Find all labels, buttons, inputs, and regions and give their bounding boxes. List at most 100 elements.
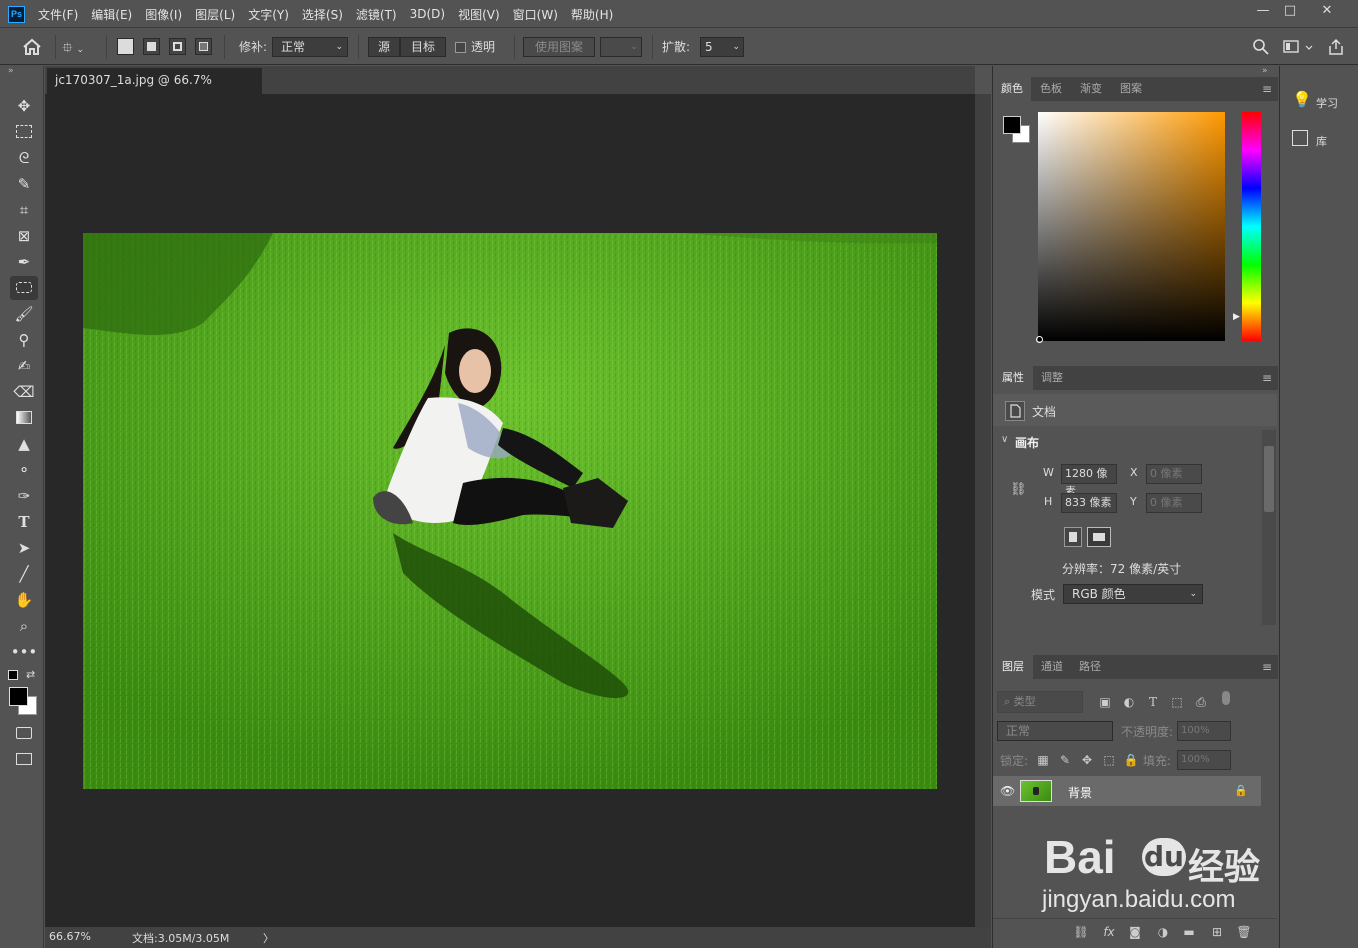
fill-field[interactable]: 100% <box>1177 750 1231 770</box>
filter-pixel-icon[interactable]: ▣ <box>1097 694 1113 710</box>
status-expand-icon[interactable]: 〉 <box>263 930 274 946</box>
vertical-scrollbar[interactable] <box>975 94 991 927</box>
panel-menu-icon[interactable]: ≡ <box>1262 82 1272 96</box>
collapse-icon[interactable]: » <box>8 66 14 76</box>
color-picker-cursor[interactable] <box>1036 336 1043 343</box>
panel-collapse-icon[interactable]: » <box>1262 66 1268 76</box>
panel-foreground-swatch[interactable] <box>1003 116 1021 134</box>
frame-tool-icon[interactable]: ⊠ <box>10 224 38 248</box>
zoom-tool-icon[interactable]: ⌕ <box>10 614 38 638</box>
filter-toggle-icon[interactable] <box>1222 691 1230 705</box>
hand-tool-icon[interactable]: ✋ <box>10 588 38 612</box>
foreground-color-swatch[interactable] <box>9 687 28 706</box>
use-pattern-button[interactable]: 使用图案 <box>523 37 595 57</box>
tab-layers[interactable]: 图层 <box>993 655 1033 679</box>
width-field[interactable]: 1280 像素 <box>1061 464 1117 498</box>
lock-transparent-icon[interactable]: ▦ <box>1035 752 1051 768</box>
filter-type-icon[interactable]: T <box>1145 694 1161 710</box>
mode-select[interactable]: RGB 颜色 ⌄ <box>1063 584 1203 604</box>
lock-artboard-icon[interactable]: ⬚ <box>1101 752 1117 768</box>
landscape-orientation-icon[interactable] <box>1087 527 1111 547</box>
history-brush-icon[interactable]: ✍ <box>10 354 38 378</box>
filter-smart-object-icon[interactable]: ⎙ <box>1193 694 1209 710</box>
link-layers-icon[interactable]: ⛓ <box>1073 924 1089 940</box>
portrait-orientation-icon[interactable] <box>1064 527 1082 547</box>
menu-window[interactable]: 窗口(W) <box>513 6 558 23</box>
brush-tool-icon[interactable]: 🖌 <box>10 302 38 326</box>
quick-selection-icon[interactable]: ✎ <box>10 172 38 196</box>
document-tab[interactable]: jc170307_1a.jpg @ 66.7%(RGB/8#) × <box>47 68 262 111</box>
visibility-eye-icon[interactable]: 👁 <box>1000 784 1015 798</box>
hue-slider[interactable] <box>1242 112 1261 341</box>
default-colors-icon[interactable] <box>8 670 18 680</box>
delete-layer-icon[interactable]: 🗑 <box>1236 924 1252 940</box>
libraries-button[interactable]: 库 <box>1290 130 1350 154</box>
move-tool-icon[interactable]: ✥ <box>10 94 38 118</box>
tab-swatches[interactable]: 色板 <box>1031 77 1071 101</box>
layer-filter-select[interactable]: ⌕ 类型 <box>997 691 1083 713</box>
quick-mask-icon[interactable] <box>10 721 38 745</box>
hue-slider-handle[interactable]: ▶ <box>1233 312 1240 322</box>
new-group-icon[interactable]: ▬ <box>1181 924 1197 940</box>
lock-all-icon[interactable]: 🔒 <box>1123 752 1139 768</box>
pen-tool-icon[interactable]: ✑ <box>10 484 38 508</box>
new-selection-icon[interactable] <box>117 38 134 55</box>
type-tool-icon[interactable]: T <box>10 510 38 534</box>
add-selection-icon[interactable] <box>143 38 160 55</box>
swap-colors-icon[interactable]: ⇄ <box>26 668 35 681</box>
fx-icon[interactable]: fx <box>1101 924 1117 940</box>
line-tool-icon[interactable]: ╱ <box>10 562 38 586</box>
menu-image[interactable]: 图像(I) <box>145 6 182 23</box>
clone-stamp-icon[interactable]: ⚲ <box>10 328 38 352</box>
menu-file[interactable]: 文件(F) <box>38 6 78 23</box>
screen-mode-icon[interactable] <box>10 747 38 771</box>
gradient-tool-icon[interactable] <box>10 406 38 430</box>
source-button[interactable]: 源 <box>368 37 400 57</box>
lock-image-icon[interactable]: ✎ <box>1057 752 1073 768</box>
menu-filter[interactable]: 滤镜(T) <box>356 6 397 23</box>
search-icon[interactable] <box>1252 38 1270 56</box>
panel-menu-icon[interactable]: ≡ <box>1262 660 1272 674</box>
new-adjustment-icon[interactable]: ◑ <box>1155 924 1171 940</box>
collapse-chevron-icon[interactable]: ∨ <box>1001 434 1008 445</box>
marquee-tool-icon[interactable] <box>10 120 38 144</box>
tab-gradients[interactable]: 渐变 <box>1071 77 1111 101</box>
add-mask-icon[interactable]: ◙ <box>1127 924 1143 940</box>
menu-edit[interactable]: 编辑(E) <box>91 6 132 23</box>
tab-color[interactable]: 颜色 <box>993 77 1031 101</box>
maximize-button[interactable]: □ <box>1273 0 1307 22</box>
new-layer-icon[interactable]: ⊞ <box>1209 924 1225 940</box>
filter-shape-icon[interactable]: ⬚ <box>1169 694 1185 710</box>
layer-name[interactable]: 背景 <box>1068 784 1092 801</box>
patch-tool-icon[interactable] <box>10 276 38 300</box>
home-icon[interactable] <box>18 35 46 59</box>
menu-layer[interactable]: 图层(L) <box>195 6 235 23</box>
color-field[interactable] <box>1038 112 1225 341</box>
menu-select[interactable]: 选择(S) <box>302 6 343 23</box>
learn-button[interactable]: 💡 学习 <box>1290 90 1350 114</box>
patch-tool-preset-icon[interactable]: ⯐ ⌄ <box>62 37 98 57</box>
height-field[interactable]: 833 像素 <box>1061 493 1117 513</box>
tab-patterns[interactable]: 图案 <box>1111 77 1151 101</box>
x-field[interactable]: 0 像素 <box>1146 464 1202 484</box>
tab-properties[interactable]: 属性 <box>993 366 1033 390</box>
menu-3d[interactable]: 3D(D) <box>410 7 445 21</box>
repair-mode-select[interactable]: 正常 ⌄ <box>272 37 348 57</box>
document-image[interactable] <box>83 233 937 789</box>
lock-position-icon[interactable]: ✥ <box>1079 752 1095 768</box>
menu-type[interactable]: 文字(Y) <box>248 6 289 23</box>
tab-adjustments[interactable]: 调整 <box>1033 366 1071 390</box>
crop-tool-icon[interactable]: ⌗ <box>10 198 38 222</box>
zoom-level[interactable]: 66.67% <box>49 930 91 943</box>
panel-menu-icon[interactable]: ≡ <box>1262 371 1272 385</box>
subtract-selection-icon[interactable] <box>169 38 186 55</box>
tab-channels[interactable]: 通道 <box>1033 655 1071 679</box>
menu-view[interactable]: 视图(V) <box>458 6 500 23</box>
eraser-icon[interactable]: ⌫ <box>10 380 38 404</box>
target-button[interactable]: 目标 <box>400 37 446 57</box>
dodge-tool-icon[interactable]: ⚬ <box>10 458 38 482</box>
filter-adjustment-icon[interactable]: ◐ <box>1121 694 1137 710</box>
opacity-field[interactable]: 100% <box>1177 721 1231 741</box>
link-icon[interactable]: ⛓ <box>1010 482 1027 497</box>
menu-help[interactable]: 帮助(H) <box>571 6 613 23</box>
